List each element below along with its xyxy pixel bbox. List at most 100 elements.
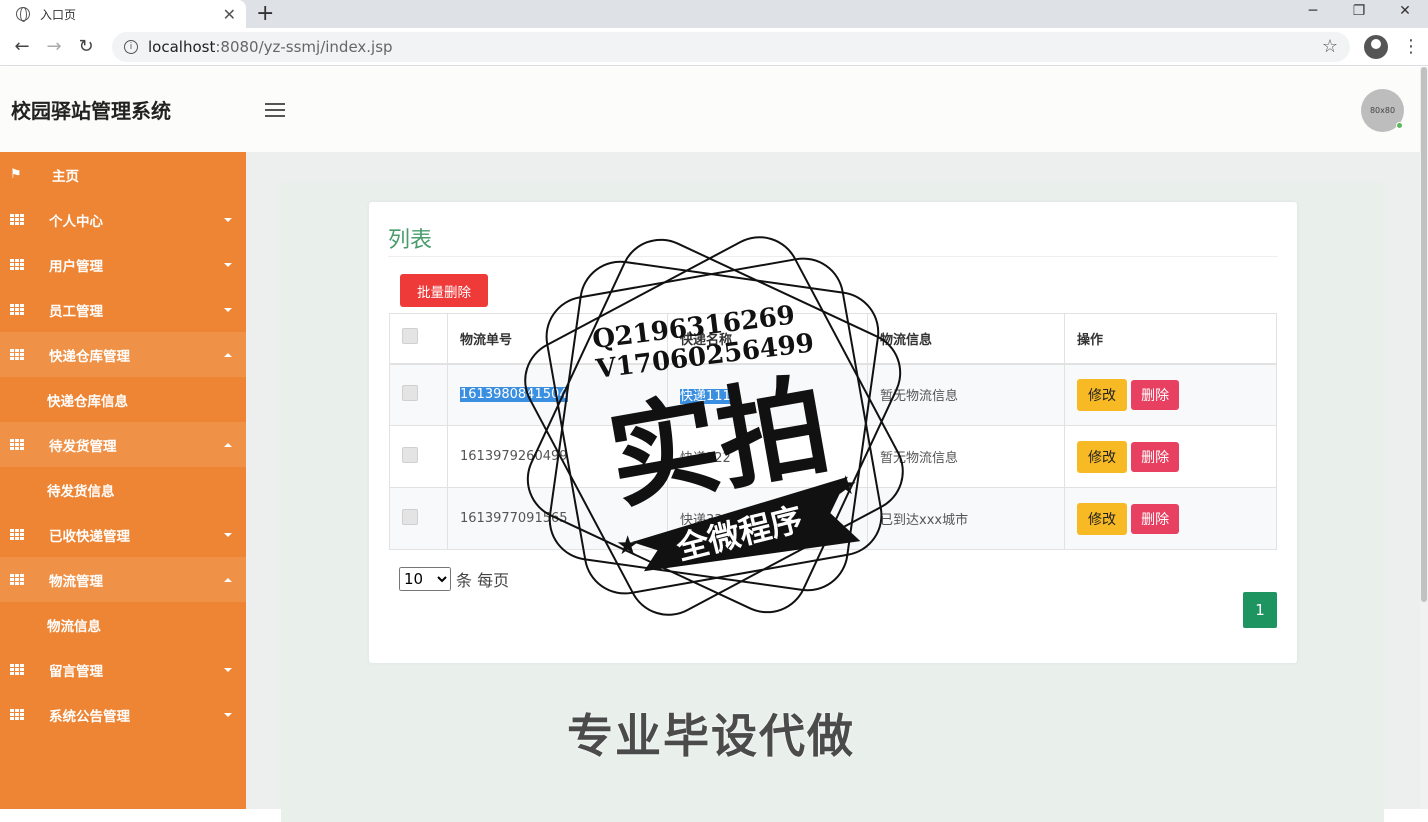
browser-tabbar: 入口页 ✕ + ─ ❐ ✕ bbox=[0, 0, 1428, 28]
sidebar-item-label: 用户管理 bbox=[49, 258, 103, 275]
sidebar-item-label: 主页 bbox=[52, 168, 79, 185]
batch-delete-button[interactable]: 批量删除 bbox=[400, 274, 488, 307]
sidebar-subitem[interactable]: 物流信息 bbox=[0, 602, 246, 647]
edit-button[interactable]: 修改 bbox=[1077, 440, 1127, 473]
courier-name-cell: 快递111 bbox=[667, 363, 868, 426]
courier-name: 快递111 bbox=[680, 389, 731, 405]
restore-icon[interactable]: ❐ bbox=[1336, 0, 1382, 28]
actions-cell: 修改 删除 bbox=[1064, 425, 1277, 488]
row-select-cell bbox=[389, 425, 448, 488]
courier-name: 快递333 bbox=[680, 513, 731, 528]
reload-icon[interactable]: ↻ bbox=[72, 33, 100, 61]
page-scrollbar[interactable] bbox=[1420, 67, 1428, 809]
logistics-info-cell: 暂无物流信息 bbox=[867, 425, 1065, 488]
pagination-page-1[interactable]: 1 bbox=[1243, 592, 1277, 628]
sidebar-item-label: 留言管理 bbox=[49, 663, 103, 680]
info-icon[interactable]: i bbox=[124, 39, 138, 54]
browser-tab[interactable]: 入口页 ✕ bbox=[0, 0, 246, 28]
globe-icon bbox=[16, 7, 30, 22]
row-checkbox[interactable] bbox=[402, 384, 418, 401]
sidebar-item[interactable]: 待发货管理 bbox=[0, 422, 246, 467]
watermark-bottom-text: 专业毕设代做 bbox=[567, 709, 855, 763]
sidebar-item[interactable]: 物流管理 bbox=[0, 557, 246, 602]
sidebar-item[interactable]: 系统公告管理 bbox=[0, 692, 246, 737]
card-title: 列表 bbox=[388, 228, 433, 253]
app-brand: 校园驿站管理系统 bbox=[11, 99, 171, 123]
courier-name: 快递222 bbox=[680, 451, 731, 466]
sidebar-item[interactable]: 留言管理 bbox=[0, 647, 246, 692]
grid-icon bbox=[10, 303, 24, 316]
sidebar-item[interactable]: 员工管理 bbox=[0, 287, 246, 332]
minimize-icon[interactable]: ─ bbox=[1290, 0, 1336, 28]
avatar[interactable]: 80x80 bbox=[1361, 89, 1404, 132]
column-header: 物流单号 bbox=[447, 313, 668, 365]
caret-down-icon bbox=[224, 307, 232, 312]
select-all-checkbox[interactable] bbox=[402, 328, 418, 345]
sidebar-item[interactable]: 用户管理 bbox=[0, 242, 246, 287]
avatar-placeholder-text: 80x80 bbox=[1369, 106, 1396, 115]
tab-title: 入口页 bbox=[40, 7, 77, 22]
window-close-icon[interactable]: ✕ bbox=[1382, 0, 1428, 28]
courier-name-cell: 快递333 bbox=[667, 487, 868, 550]
address-bar: ← → ↻ i localhost:8080/yz-ssmj/index.jsp… bbox=[0, 28, 1428, 66]
row-checkbox[interactable] bbox=[402, 446, 418, 463]
grid-icon bbox=[10, 258, 24, 271]
logistics-info-cell: 已到达xxx城市 bbox=[867, 487, 1065, 550]
sidebar-item[interactable]: 已收快递管理 bbox=[0, 512, 246, 557]
profile-icon[interactable] bbox=[1364, 34, 1388, 59]
delete-button[interactable]: 删除 bbox=[1131, 441, 1180, 472]
new-tab-button[interactable]: + bbox=[256, 1, 274, 26]
logistics-info: 已到达xxx城市 bbox=[880, 513, 969, 528]
logistics-info-cell: 暂无物流信息 bbox=[867, 363, 1065, 426]
row-select-cell bbox=[389, 363, 448, 426]
caret-down-icon bbox=[224, 667, 232, 672]
delete-button[interactable]: 删除 bbox=[1131, 379, 1180, 410]
caret-down-icon bbox=[224, 712, 232, 717]
grid-icon bbox=[10, 708, 24, 721]
app-header: 校园驿站管理系统 80x80 bbox=[0, 67, 1420, 152]
sidebar-item-label: 个人中心 bbox=[49, 213, 103, 230]
scrollbar-thumb[interactable] bbox=[1421, 67, 1427, 602]
edit-button[interactable]: 修改 bbox=[1077, 378, 1127, 411]
courier-name-cell: 快递222 bbox=[667, 425, 868, 488]
tracking-number: 1613979260499 bbox=[460, 449, 568, 464]
hamburger-menu-icon[interactable] bbox=[265, 102, 285, 117]
grid-icon bbox=[10, 663, 24, 676]
sidebar-item-label: 系统公告管理 bbox=[49, 708, 130, 725]
caret-down-icon bbox=[224, 532, 232, 537]
sidebar-subitem[interactable]: 快递仓库信息 bbox=[0, 377, 246, 422]
page-size-select[interactable]: 10 bbox=[399, 567, 451, 591]
edit-button[interactable]: 修改 bbox=[1077, 502, 1127, 535]
caret-down-icon bbox=[224, 262, 232, 267]
close-tab-icon[interactable]: ✕ bbox=[223, 5, 236, 24]
list-card: 列表 批量删除 物流单号 快递名称 物流信息 操作 1613980841504 快… bbox=[369, 202, 1297, 663]
grid-icon bbox=[10, 528, 24, 541]
sidebar-item-label: 快递仓库管理 bbox=[49, 348, 130, 365]
back-icon[interactable]: ← bbox=[8, 33, 36, 61]
grid-icon bbox=[10, 573, 24, 586]
tracking-number-cell: 1613977091565 bbox=[447, 487, 668, 550]
caret-up-icon bbox=[224, 352, 232, 357]
sidebar-item[interactable]: ⚑ 主页 bbox=[0, 152, 246, 197]
sidebar-item[interactable]: 快递仓库管理 bbox=[0, 332, 246, 377]
tracking-number: 1613980841504 bbox=[460, 387, 568, 403]
select-all-cell bbox=[389, 313, 448, 365]
row-checkbox[interactable] bbox=[402, 508, 418, 525]
logistics-info: 暂无物流信息 bbox=[880, 451, 959, 466]
tracking-number-cell: 1613979260499 bbox=[447, 425, 668, 488]
sidebar-item[interactable]: 个人中心 bbox=[0, 197, 246, 242]
url-path: :8080/yz-ssmj/index.jsp bbox=[215, 37, 393, 56]
sidebar-item-label: 已收快递管理 bbox=[49, 528, 130, 545]
column-header: 快递名称 bbox=[667, 313, 868, 365]
grid-icon bbox=[10, 348, 24, 361]
sidebar-subitem[interactable]: 待发货信息 bbox=[0, 467, 246, 512]
tracking-number-cell: 1613980841504 bbox=[447, 363, 668, 426]
sidebar-item-label: 物流管理 bbox=[49, 573, 103, 590]
bookmark-star-icon[interactable]: ☆ bbox=[1322, 36, 1338, 57]
app-root: 校园驿站管理系统 80x80 ⚑ 主页个人中心用户管理员工管理快递仓库管理快递仓库… bbox=[0, 67, 1420, 822]
sidebar-item-label: 员工管理 bbox=[49, 303, 103, 320]
forward-icon[interactable]: → bbox=[40, 33, 68, 61]
url-field[interactable]: i localhost:8080/yz-ssmj/index.jsp ☆ bbox=[112, 31, 1350, 62]
delete-button[interactable]: 删除 bbox=[1131, 503, 1180, 534]
menu-kebab-icon[interactable]: ⋮ bbox=[1402, 36, 1420, 57]
